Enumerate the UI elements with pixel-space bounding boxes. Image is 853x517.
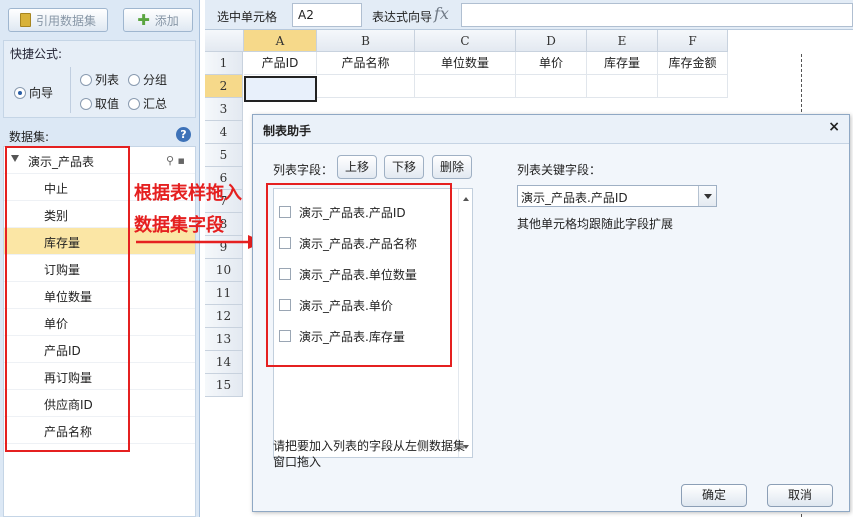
row-header[interactable]: 3 [205,98,243,121]
radio-list[interactable]: 列表 [80,71,119,88]
radio-guide[interactable]: 向导 [14,84,53,101]
grid-cell[interactable]: 库存金额 [658,52,728,75]
radio-value-label: 取值 [95,97,120,111]
radio-sum[interactable]: 汇总 [128,95,167,112]
key-field-select[interactable]: 演示_产品表.产品ID [517,185,717,207]
cell-reference-input[interactable]: A2 [292,3,362,27]
selected-cell-a2[interactable] [244,76,317,102]
key-field-note: 其他单元格均跟随此字段扩展 [517,217,674,231]
move-down-button[interactable]: 下移 [384,155,424,179]
radio-guide-indicator[interactable] [14,86,26,99]
radio-list-indicator[interactable] [80,73,92,86]
grid-cell[interactable] [658,75,728,98]
delete-button[interactable]: 删除 [432,155,472,179]
column-header-a[interactable]: A [244,30,317,52]
radio-guide-label: 向导 [29,86,54,100]
row-header[interactable]: 2 [205,75,243,98]
grid-cell[interactable]: 单位数量 [415,52,516,75]
chevron-down-icon[interactable] [698,186,716,206]
dialog-title: 制表助手 [263,124,312,138]
grid-cell[interactable]: 产品名称 [317,52,415,75]
row-header[interactable]: 12 [205,305,243,328]
dialog-body: 列表字段： 上移 下移 删除 演示_产品表.产品ID 演示_产品表.产品名称 演… [253,143,849,511]
grid-cell[interactable]: 库存量 [587,52,658,75]
row-header[interactable]: 10 [205,259,243,282]
help-icon[interactable]: ? [176,127,191,142]
radio-group-label: 分组 [143,73,168,87]
annotation-line-1: 根据表样拖入 [134,183,242,204]
add-label: 添加 [154,13,179,28]
highlight-box-fields [266,183,452,367]
grid-cell[interactable] [415,75,516,98]
row-header[interactable]: 4 [205,121,243,144]
grid-cell[interactable] [587,75,658,98]
drag-hint-line-2: 窗口拖入 [273,455,322,469]
drag-hint-line-1: 请把要加入列表的字段从左侧数据集 [273,439,466,453]
list-field-label: 列表字段： [273,163,334,177]
key-field-label: 列表关键字段： [517,163,602,177]
formula-bar: 选中单元格 A2 表达式向导 fx [205,0,853,30]
radio-value[interactable]: 取值 [80,95,119,112]
row-header[interactable]: 14 [205,351,243,374]
reference-dataset-button[interactable]: 引用数据集 [8,8,108,32]
grid-cell[interactable] [317,75,415,98]
ok-button[interactable]: 确定 [681,484,747,507]
drag-hint: 请把要加入列表的字段从左侧数据集 窗口拖入 [273,438,483,470]
plus-icon: ✚ [137,10,150,29]
dataset-header: 数据集: ? [3,124,196,146]
quick-formula-panel: 快捷公式: 向导 列表 分组 取值 汇总 [3,40,196,118]
scroll-up-icon[interactable] [463,197,469,201]
grid-cell[interactable]: 单价 [516,52,587,75]
row-header[interactable]: 1 [205,52,243,75]
add-button[interactable]: ✚ 添加 [123,8,193,32]
radio-sum-indicator[interactable] [128,97,140,110]
column-header-f[interactable]: F [658,30,728,52]
close-icon[interactable]: × [828,119,840,135]
fx-icon[interactable]: fx [434,4,449,23]
radio-list-label: 列表 [95,73,120,87]
document-icon [19,13,31,27]
reference-dataset-label: 引用数据集 [35,13,96,28]
corner-header[interactable] [205,30,244,52]
grid-cell[interactable]: 产品ID [244,52,317,75]
dataset-title: 数据集: [9,130,50,144]
grid-cell[interactable] [516,75,587,98]
radio-value-indicator[interactable] [80,97,92,110]
row-header[interactable]: 5 [205,144,243,167]
row-header[interactable]: 11 [205,282,243,305]
row-header[interactable]: 15 [205,374,243,397]
expression-wizard-label: 表达式向导 [372,10,433,24]
dataset-tools-icon[interactable]: ⚲ ▪ [166,154,185,167]
divider [70,67,71,113]
column-header-d[interactable]: D [516,30,587,52]
column-header-e[interactable]: E [587,30,658,52]
quick-formula-title: 快捷公式: [10,47,63,61]
move-up-button[interactable]: 上移 [337,155,377,179]
highlight-box-dataset [5,146,130,452]
radio-group[interactable]: 分组 [128,71,167,88]
expression-input[interactable] [461,3,853,27]
column-header-c[interactable]: C [415,30,516,52]
selected-cell-label: 选中单元格 [217,10,278,24]
table-wizard-dialog: 制表助手 × 列表字段： 上移 下移 删除 演示_产品表.产品ID 演示_产品表… [252,114,850,512]
radio-group-indicator[interactable] [128,73,140,86]
annotation-arrow-icon [136,235,264,249]
row-header[interactable]: 13 [205,328,243,351]
field-box-scrollbar[interactable] [458,189,472,457]
column-header-b[interactable]: B [317,30,415,52]
key-field-value: 演示_产品表.产品ID [521,191,628,205]
radio-sum-label: 汇总 [143,97,168,111]
cancel-button[interactable]: 取消 [767,484,833,507]
